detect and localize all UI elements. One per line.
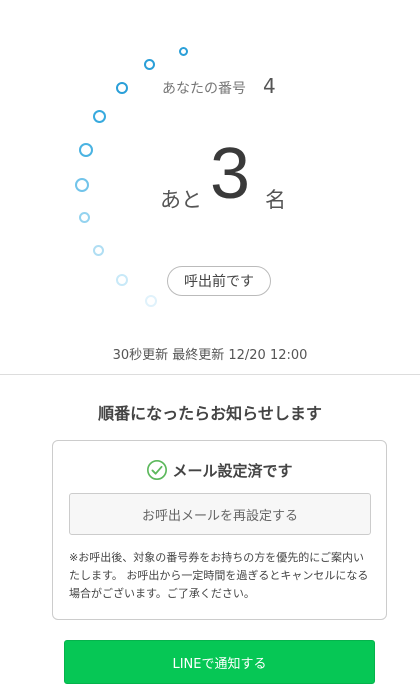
mail-status-label: メール設定済です xyxy=(172,461,293,480)
reset-mail-button[interactable]: お呼出メールを再設定する xyxy=(69,493,371,535)
remaining-suffix: 名 xyxy=(265,188,286,212)
notification-card: メール設定済です お呼出メールを再設定する ※お呼出後、対象の番号券をお持ちの方… xyxy=(52,440,387,620)
ring-dot xyxy=(79,212,90,223)
ring-dot xyxy=(116,274,128,286)
ring-dot xyxy=(145,295,157,307)
ring-dot xyxy=(75,178,89,192)
ring-dot xyxy=(93,110,106,123)
line-notify-button[interactable]: LINEで通知する xyxy=(64,640,375,684)
ring-dot xyxy=(144,59,155,70)
ring-dot xyxy=(93,245,104,256)
number-value: 4 xyxy=(263,74,276,98)
mail-status: メール設定済です xyxy=(53,459,386,481)
ring-dot xyxy=(79,143,93,157)
update-info: 30秒更新 最終更新 12/20 12:00 xyxy=(112,348,308,363)
check-circle-icon xyxy=(147,460,168,480)
queue-status-panel: あなたの番号 4 あと 3 名 呼出前です 30秒更新 最終更新 12/20 1… xyxy=(0,0,420,375)
number-label: あなたの番号 xyxy=(162,81,246,97)
status-badge: 呼出前です xyxy=(167,266,271,296)
notice-text: ※お呼出後、対象の番号券をお持ちの方を優先的にご案内いたします。 お呼出から一定… xyxy=(69,551,369,600)
notify-title: 順番になったらお知らせします xyxy=(98,404,322,423)
remaining-prefix: あと xyxy=(160,188,202,212)
divider xyxy=(0,374,420,375)
ring-dot xyxy=(179,47,188,56)
remaining-count: 3 xyxy=(210,134,251,214)
ring-dot xyxy=(116,82,128,94)
